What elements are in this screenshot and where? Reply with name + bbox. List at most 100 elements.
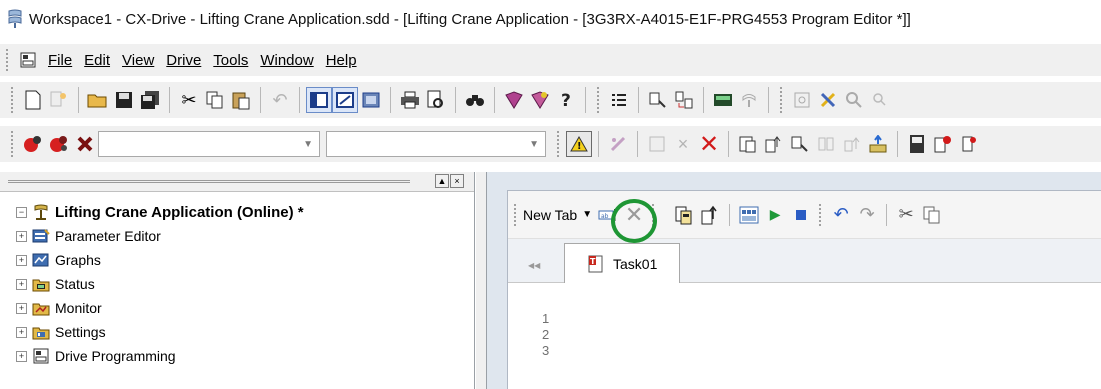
disabled-tool-icon[interactable] xyxy=(736,87,762,113)
menubar-grip[interactable] xyxy=(6,49,10,71)
pane-splitter[interactable] xyxy=(476,172,486,389)
new-workspace-icon[interactable] xyxy=(46,87,72,113)
parameter-compare-icon[interactable] xyxy=(605,131,631,157)
go-online-icon[interactable] xyxy=(20,131,46,157)
save-icon[interactable] xyxy=(111,87,137,113)
new-file-icon[interactable] xyxy=(20,87,46,113)
stop-icon[interactable] xyxy=(788,202,814,228)
compare-drive-icon[interactable] xyxy=(787,131,813,157)
drive-toolbar-grip[interactable] xyxy=(11,131,15,157)
help-book-icon[interactable] xyxy=(501,87,527,113)
tab-task01[interactable]: T Task01 xyxy=(564,243,680,284)
menu-window[interactable]: Window xyxy=(254,52,319,69)
menu-tools[interactable]: Tools xyxy=(207,52,254,69)
zoom-fit-icon[interactable] xyxy=(789,87,815,113)
drive-application-icon xyxy=(32,203,50,221)
upload-from-drive-icon[interactable] xyxy=(761,131,787,157)
initialize-drive-icon[interactable] xyxy=(865,131,891,157)
warning-icon[interactable]: ! xyxy=(566,131,592,157)
collapse-icon[interactable]: − xyxy=(16,206,27,218)
drive-monitor-icon[interactable] xyxy=(956,131,982,157)
print-icon[interactable] xyxy=(397,87,423,113)
go-offline-icon[interactable] xyxy=(46,131,72,157)
toolbar-grip[interactable] xyxy=(11,87,15,113)
help-topics-icon[interactable] xyxy=(527,87,553,113)
paste-icon[interactable] xyxy=(228,87,254,113)
code-editor[interactable]: 1 2 3 xyxy=(508,283,1101,389)
tree-item-monitor[interactable]: + Monitor xyxy=(16,296,474,320)
tree-item-status[interactable]: + Status xyxy=(16,272,474,296)
tree-item-parameter-editor[interactable]: + Parameter Editor xyxy=(16,224,474,248)
transfer-icon[interactable] xyxy=(671,87,697,113)
program-editor-toolbar: New Tab ▼ ab ✕ ▶ ↶ ↷ ✂ xyxy=(508,191,1101,239)
save-all-icon[interactable] xyxy=(137,87,163,113)
expand-icon[interactable]: + xyxy=(16,350,27,362)
find-binoculars-icon[interactable] xyxy=(462,87,488,113)
list-view-icon[interactable] xyxy=(606,87,632,113)
properties-view-icon[interactable] xyxy=(358,87,384,113)
drive-alarm-icon[interactable] xyxy=(930,131,956,157)
transfer-disabled-icon[interactable] xyxy=(813,131,839,157)
editor-toolbar-grip[interactable] xyxy=(514,203,518,226)
editor-tab-strip: ◀◀ T Task01 xyxy=(508,239,1101,284)
drive-toolbar: ▼ ▼ ! × ✕ xyxy=(0,126,1101,162)
editor-copy-icon[interactable] xyxy=(919,202,945,228)
copy-icon[interactable] xyxy=(202,87,228,113)
tree-item-drive-programming[interactable]: + Drive Programming xyxy=(16,344,474,368)
open-folder-icon[interactable] xyxy=(85,87,111,113)
menu-view[interactable]: View xyxy=(116,52,160,69)
whats-this-help-icon[interactable]: ? xyxy=(553,87,579,113)
workspace-view-icon[interactable] xyxy=(306,87,332,113)
expand-icon[interactable]: + xyxy=(16,326,27,338)
pane-close-button[interactable]: × xyxy=(450,174,464,188)
transfer-to-drive-icon[interactable] xyxy=(671,202,697,228)
menu-drive[interactable]: Drive xyxy=(160,52,207,69)
new-tab-dropdown[interactable]: New Tab ▼ xyxy=(523,207,592,223)
drive-info-icon[interactable] xyxy=(904,131,930,157)
toolbar-grip-2[interactable] xyxy=(597,87,601,113)
toolbar-grip-3[interactable] xyxy=(780,87,784,113)
edit-disabled-icon[interactable] xyxy=(644,131,670,157)
expand-icon[interactable]: + xyxy=(16,278,27,290)
expand-icon[interactable]: + xyxy=(16,230,27,242)
menu-edit[interactable]: Edit xyxy=(78,52,116,69)
download-to-drive-icon[interactable] xyxy=(735,131,761,157)
tree-item-graphs[interactable]: + Graphs xyxy=(16,248,474,272)
document-icon[interactable] xyxy=(18,50,38,70)
zoom-tool-icon[interactable] xyxy=(815,87,841,113)
highlight-circle-annotation xyxy=(611,199,657,243)
editor-cut-icon[interactable]: ✂ xyxy=(893,202,919,228)
menu-help[interactable]: Help xyxy=(320,52,363,69)
compile-icon[interactable] xyxy=(736,202,762,228)
zoom-in-icon[interactable] xyxy=(841,87,867,113)
output-view-icon[interactable] xyxy=(332,87,358,113)
pane-drag-handle[interactable] xyxy=(8,180,410,183)
zoom-out-icon[interactable] xyxy=(867,87,893,113)
undo-icon[interactable]: ↶ xyxy=(267,87,293,113)
transfer-from-drive-icon[interactable] xyxy=(697,202,723,228)
disconnect-icon[interactable] xyxy=(72,131,98,157)
editor-toolbar-grip-3[interactable] xyxy=(819,203,823,226)
drive-toolbar-grip-2[interactable] xyxy=(557,131,561,157)
delete-icon[interactable]: ✕ xyxy=(696,131,722,158)
drive-panel-icon[interactable] xyxy=(710,87,736,113)
tree-item-label: Parameter Editor xyxy=(55,228,161,244)
print-preview-icon[interactable] xyxy=(423,87,449,113)
menu-file[interactable]: File xyxy=(42,52,78,69)
tree-root[interactable]: − Lifting Crane Application (Online) * xyxy=(16,200,474,224)
line-number: 2 xyxy=(542,327,550,342)
compare-icon[interactable] xyxy=(645,87,671,113)
expand-icon[interactable]: + xyxy=(16,302,27,314)
delete-disabled-icon[interactable]: × xyxy=(670,131,696,157)
drive-mode-combo[interactable]: ▼ xyxy=(326,131,546,157)
redo-arrow-icon[interactable]: ↷ xyxy=(854,202,880,228)
tree-item-settings[interactable]: + Settings xyxy=(16,320,474,344)
expand-icon[interactable]: + xyxy=(16,254,27,266)
run-icon[interactable]: ▶ xyxy=(762,202,788,228)
tab-scroll-arrows[interactable]: ◀◀ xyxy=(528,261,550,273)
drive-select-combo[interactable]: ▼ xyxy=(98,131,320,157)
cut-icon[interactable]: ✂ xyxy=(176,87,202,113)
undo-arrow-icon[interactable]: ↶ xyxy=(828,202,854,228)
pane-float-button[interactable]: ▲ xyxy=(435,174,449,188)
upload-disabled-icon[interactable] xyxy=(839,131,865,157)
